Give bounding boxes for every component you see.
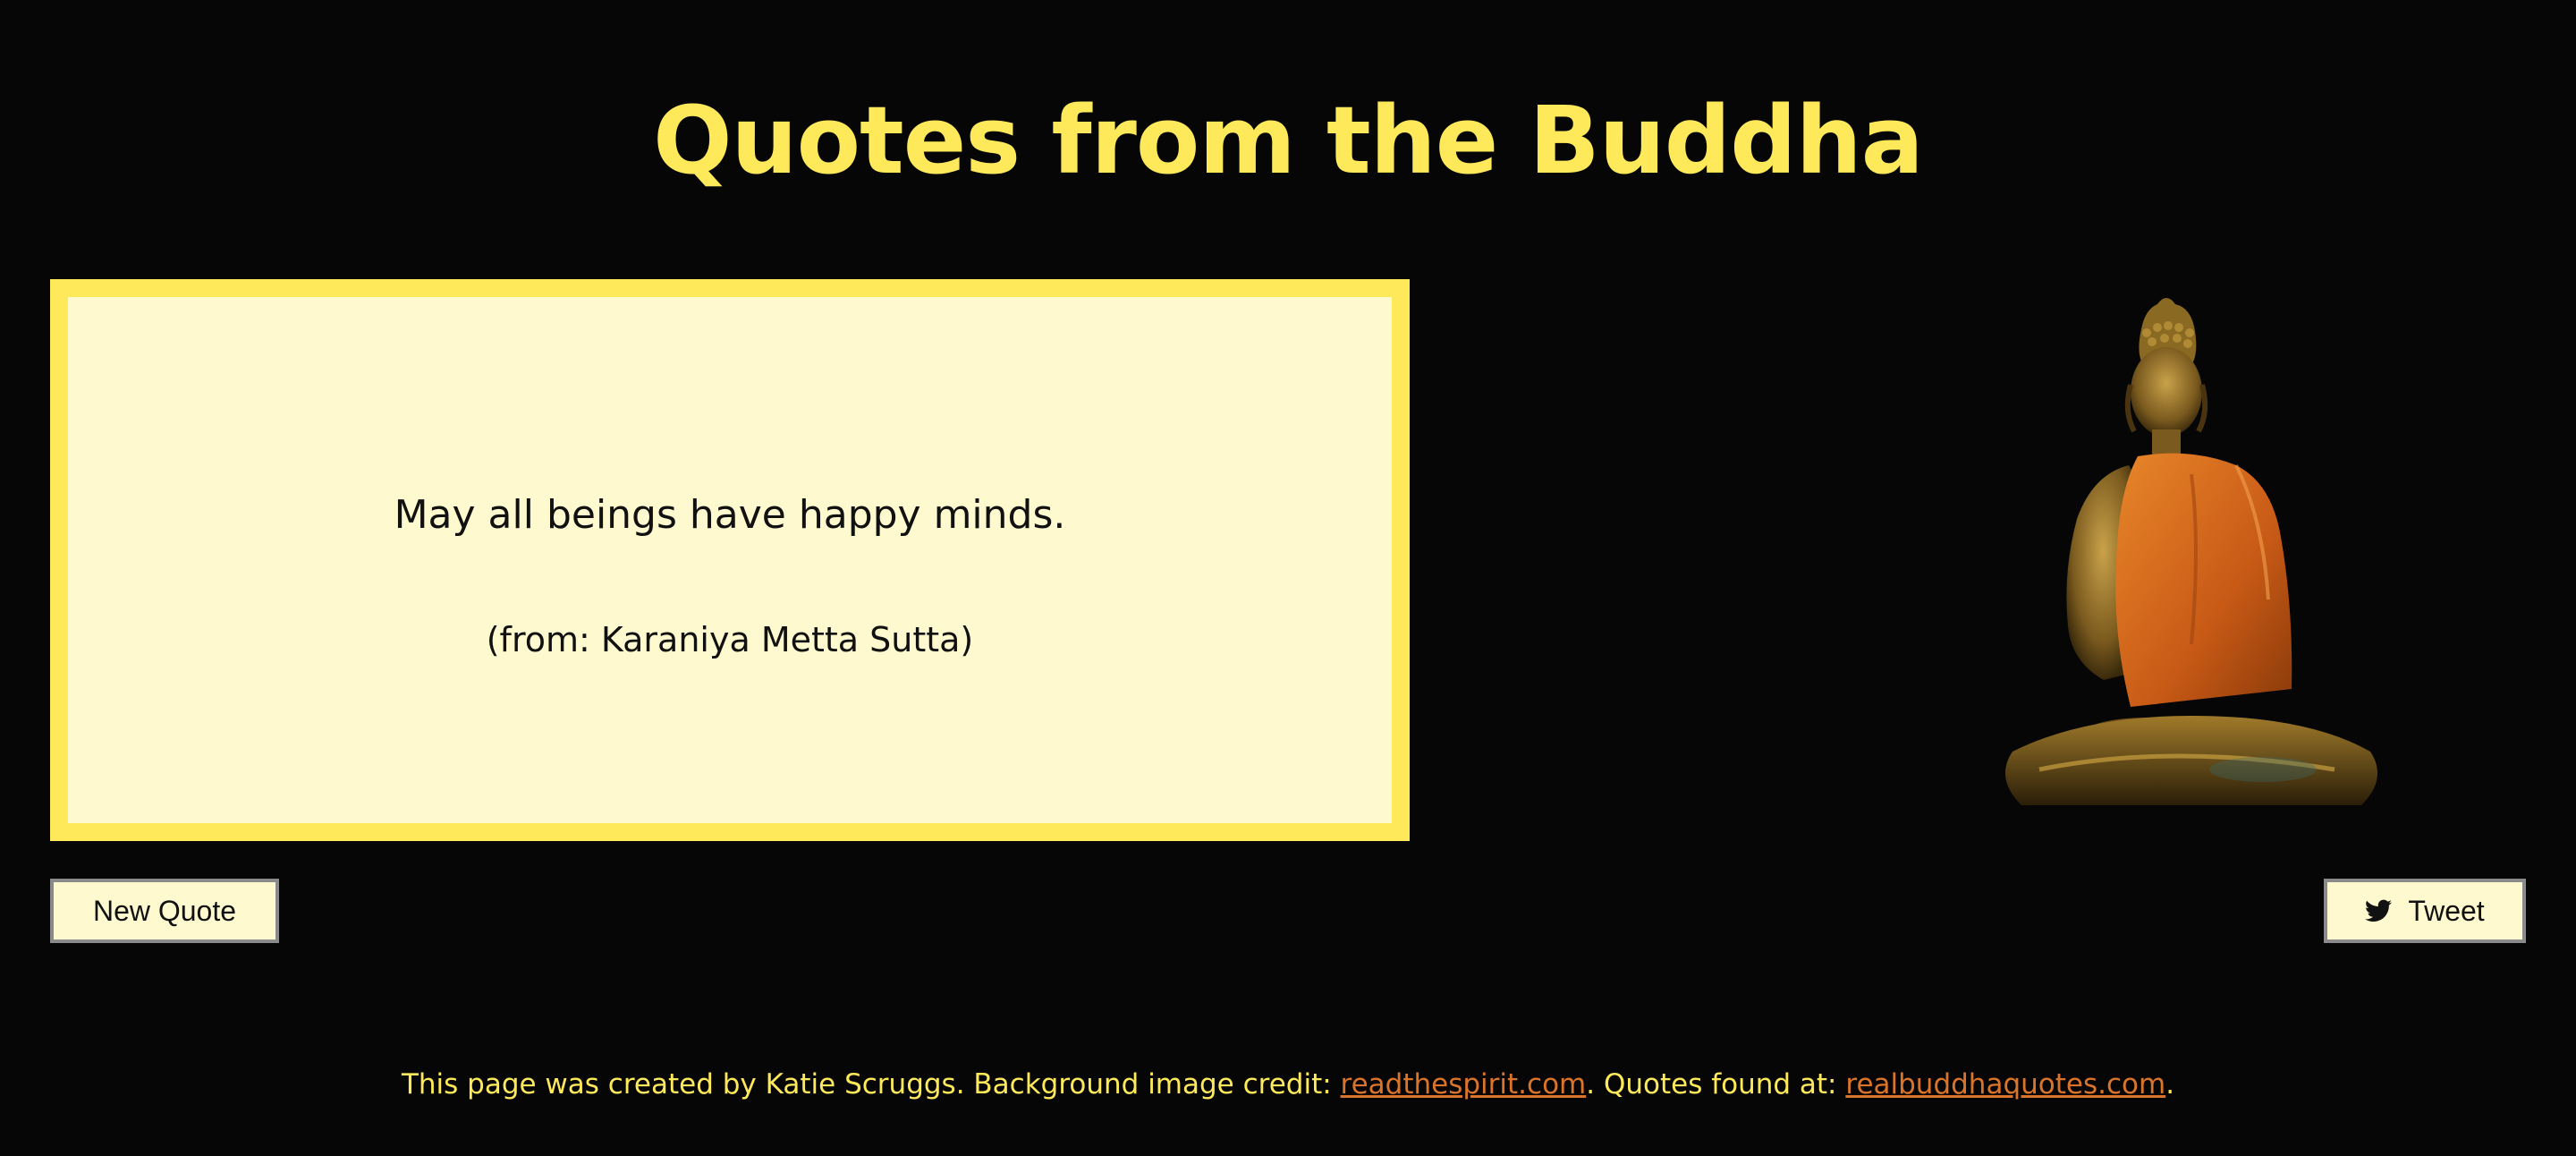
buddha-statue-image bbox=[2005, 298, 2377, 805]
tweet-label: Tweet bbox=[2408, 894, 2485, 927]
page-title: Quotes from the Buddha bbox=[653, 86, 1924, 195]
readthespirit-link[interactable]: readthespirit.com bbox=[1341, 1068, 1587, 1101]
footer-text-before: This page was created by Katie Scruggs. … bbox=[401, 1068, 1341, 1101]
new-quote-label: New Quote bbox=[92, 894, 237, 927]
footer-credits: This page was created by Katie Scruggs. … bbox=[0, 1065, 2576, 1104]
quote-box: May all beings have happy minds. (from: … bbox=[50, 279, 1410, 841]
footer-text-middle: . Quotes found at: bbox=[1586, 1068, 1846, 1101]
twitter-bird-icon bbox=[2365, 899, 2393, 922]
realbuddhaquotes-link[interactable]: realbuddhaquotes.com bbox=[1845, 1068, 2165, 1101]
new-quote-button[interactable]: New Quote bbox=[50, 879, 279, 943]
quote-text: May all beings have happy minds. bbox=[394, 492, 1066, 538]
tweet-button[interactable]: Tweet bbox=[2324, 879, 2526, 943]
footer-text-after: . bbox=[2165, 1068, 2175, 1101]
quote-source: (from: Karaniya Metta Sutta) bbox=[486, 620, 974, 659]
